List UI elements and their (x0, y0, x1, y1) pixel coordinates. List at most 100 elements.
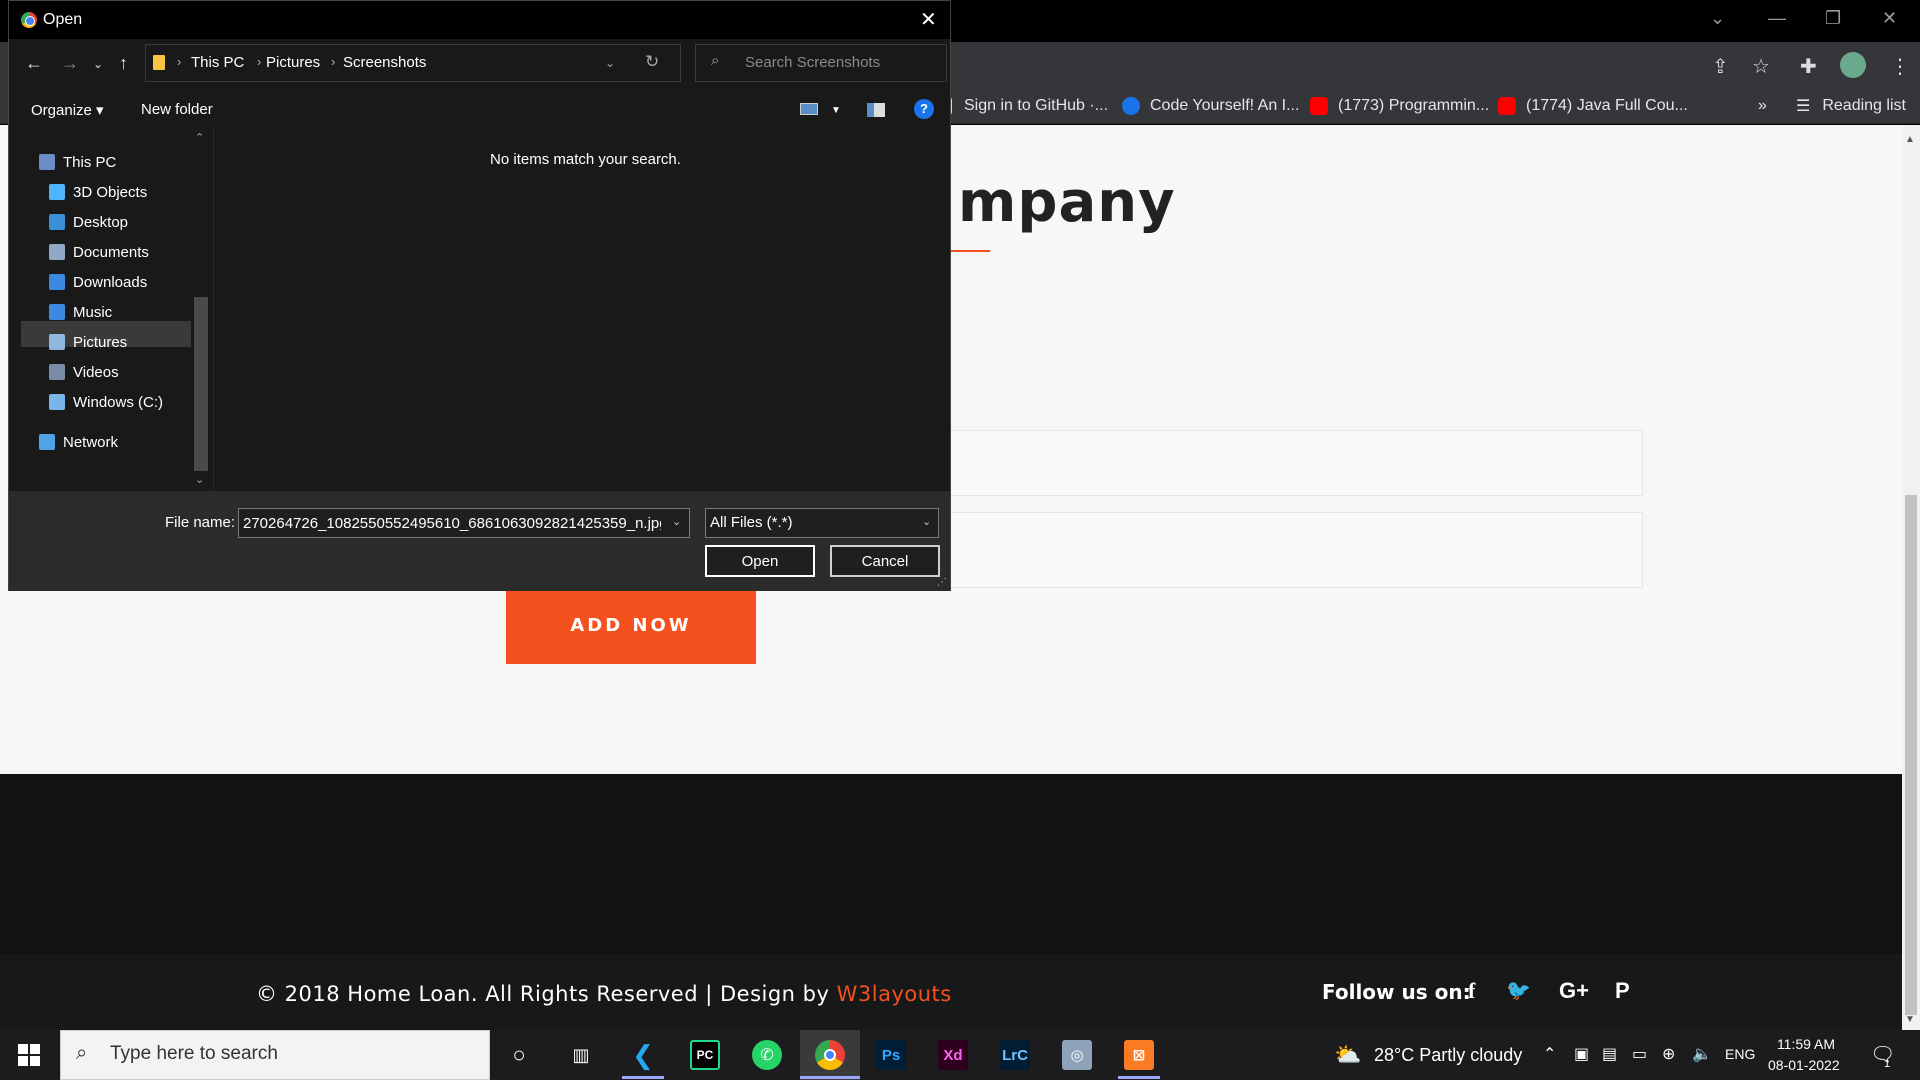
form-field[interactable] (950, 512, 1643, 588)
xampp-icon[interactable]: ⊠ (1124, 1040, 1154, 1070)
file-name-label: File name: (165, 514, 236, 531)
reading-list-button[interactable]: ☰ Reading list (1796, 96, 1906, 116)
breadcrumb-screenshots[interactable]: Screenshots (343, 54, 426, 71)
bookmark-code-yourself[interactable]: Code Yourself! An I... (1122, 96, 1299, 116)
weather-icon[interactable]: ⛅ (1334, 1042, 1361, 1068)
forward-arrow-icon[interactable]: → (61, 53, 79, 74)
file-type-select[interactable]: All Files (*.*) (705, 508, 939, 538)
photoshop-icon[interactable]: Ps (876, 1040, 906, 1070)
twitter-icon[interactable]: 🐦 (1506, 978, 1531, 1003)
meet-now-icon[interactable]: ▣ (1574, 1044, 1589, 1064)
add-now-button[interactable]: ADD NOW (506, 586, 756, 664)
search-placeholder[interactable]: Search Screenshots (745, 54, 880, 71)
tree-item-label: 3D Objects (73, 183, 148, 201)
chevron-right-icon[interactable]: › (257, 54, 261, 69)
taskbar-search-placeholder[interactable]: Type here to search (110, 1043, 278, 1065)
w3layouts-link[interactable]: W3layouts (837, 982, 952, 1006)
tree-item-documents[interactable]: Documents (49, 241, 149, 263)
dialog-close-button[interactable]: ✕ (920, 7, 937, 32)
bookmarks-overflow[interactable]: » (1758, 96, 1767, 116)
file-name-input[interactable] (238, 508, 690, 538)
back-arrow-icon[interactable]: ← (25, 53, 43, 74)
weather-text[interactable]: 28°C Partly cloudy (1374, 1045, 1522, 1066)
breadcrumb-this-pc[interactable]: This PC (191, 54, 244, 71)
close-window-button[interactable]: ✕ (1882, 8, 1897, 29)
restore-button[interactable]: ❐ (1825, 8, 1841, 29)
tree-item-3d-objects[interactable]: 3D Objects (49, 181, 147, 203)
downloads-icon (49, 274, 65, 290)
dialog-title: Open (43, 11, 83, 28)
tree-item-this-pc[interactable]: This PC (39, 151, 116, 173)
follow-label: Follow us on: (1322, 980, 1471, 1004)
menu-icon[interactable]: ⋮ (1890, 54, 1910, 79)
bookmark-youtube-1773[interactable]: (1773) Programmin... (1310, 96, 1489, 116)
network-icon[interactable]: ⊕ (1662, 1044, 1675, 1064)
vscode-icon[interactable]: ❮ (628, 1040, 658, 1070)
nav-scroll-thumb[interactable] (194, 297, 208, 471)
task-view-icon[interactable]: ▥ (566, 1040, 596, 1070)
show-hidden-icons-icon[interactable]: ⌃ (1543, 1044, 1556, 1064)
chevron-right-icon[interactable]: › (177, 54, 181, 69)
share-icon[interactable]: ⇪ (1712, 54, 1729, 79)
tab-search-icon[interactable]: ⌄ (1710, 8, 1725, 29)
bookmark-youtube-1774[interactable]: (1774) Java Full Cou... (1498, 96, 1688, 116)
clock-date[interactable]: 08-01-2022 (1768, 1057, 1840, 1073)
file-type-dropdown-icon[interactable]: ⌄ (922, 515, 931, 528)
tree-item-network[interactable]: Network (39, 431, 118, 453)
facebook-icon[interactable]: f (1468, 978, 1475, 1004)
bookmark-star-icon[interactable]: ☆ (1752, 54, 1770, 79)
nav-scroll-down-icon[interactable]: ⌄ (195, 473, 204, 486)
chrome-icon[interactable] (815, 1040, 845, 1070)
whatsapp-icon[interactable]: ✆ (752, 1040, 782, 1070)
minimize-button[interactable]: — (1768, 8, 1786, 29)
tree-item-downloads[interactable]: Downloads (49, 271, 147, 293)
volume-icon[interactable]: 🔈 (1692, 1044, 1712, 1064)
tree-item-music[interactable]: Music (49, 301, 112, 323)
up-arrow-icon[interactable]: ↑ (119, 53, 128, 74)
breadcrumb-pictures[interactable]: Pictures (266, 54, 320, 71)
xd-icon[interactable]: Xd (938, 1040, 968, 1070)
scroll-up-icon[interactable]: ▲ (1905, 134, 1915, 145)
windows-start-icon[interactable] (18, 1044, 40, 1066)
view-dropdown-icon[interactable]: ▼ (831, 105, 841, 116)
file-name-dropdown-icon[interactable]: ⌄ (672, 515, 681, 528)
form-field[interactable] (950, 430, 1643, 496)
address-dropdown-icon[interactable]: ⌄ (605, 56, 615, 70)
tree-item-label: Pictures (73, 333, 128, 351)
page-scroll-thumb[interactable] (1905, 495, 1917, 1015)
preview-pane-icon[interactable] (867, 103, 885, 117)
tree-item-label: Windows (C:) (73, 393, 164, 411)
resize-grip-icon[interactable]: ⋰ (937, 577, 947, 588)
open-button[interactable]: Open (705, 545, 815, 577)
organize-menu[interactable]: Organize ▾ (31, 101, 104, 119)
chevron-right-icon[interactable]: › (331, 54, 335, 69)
clock-time[interactable]: 11:59 AM (1776, 1036, 1836, 1052)
lightroom-icon[interactable]: LrC (1000, 1040, 1030, 1070)
cancel-button[interactable]: Cancel (830, 545, 940, 577)
scroll-down-icon[interactable]: ▼ (1905, 1014, 1915, 1025)
pycharm-icon[interactable]: PC (690, 1040, 720, 1070)
refresh-icon[interactable]: ↻ (645, 52, 659, 72)
cortana-icon[interactable]: ○ (504, 1040, 534, 1070)
tree-item-videos[interactable]: Videos (49, 361, 119, 383)
battery-icon[interactable]: ▭ (1632, 1044, 1647, 1064)
view-options-icon[interactable] (800, 103, 818, 115)
profile-avatar[interactable] (1840, 52, 1866, 78)
bookmark-github[interactable]: Sign in to GitHub ·... (946, 96, 1108, 116)
recent-locations-chevron-icon[interactable]: ⌄ (93, 57, 103, 71)
language-indicator[interactable]: ENG (1725, 1046, 1755, 1062)
file-list[interactable] (213, 129, 950, 491)
tree-item-pictures[interactable]: Pictures (49, 331, 127, 353)
active-indicator (622, 1076, 664, 1079)
new-folder-button[interactable]: New folder (141, 101, 213, 118)
notifications-icon[interactable]: 🗨 (1870, 1042, 1895, 1067)
display-icon[interactable]: ▤ (1602, 1044, 1617, 1064)
google-plus-icon[interactable]: G+ (1559, 978, 1589, 1004)
nav-scroll-up-icon[interactable]: ⌃ (195, 131, 204, 144)
app-icon[interactable]: ◎ (1062, 1040, 1092, 1070)
tree-item-desktop[interactable]: Desktop (49, 211, 128, 233)
pinterest-icon[interactable]: P (1615, 978, 1630, 1004)
extensions-icon[interactable]: ✚ (1800, 54, 1817, 79)
help-icon[interactable]: ? (914, 99, 934, 119)
tree-item-windows-c[interactable]: Windows (C:) (49, 391, 163, 413)
